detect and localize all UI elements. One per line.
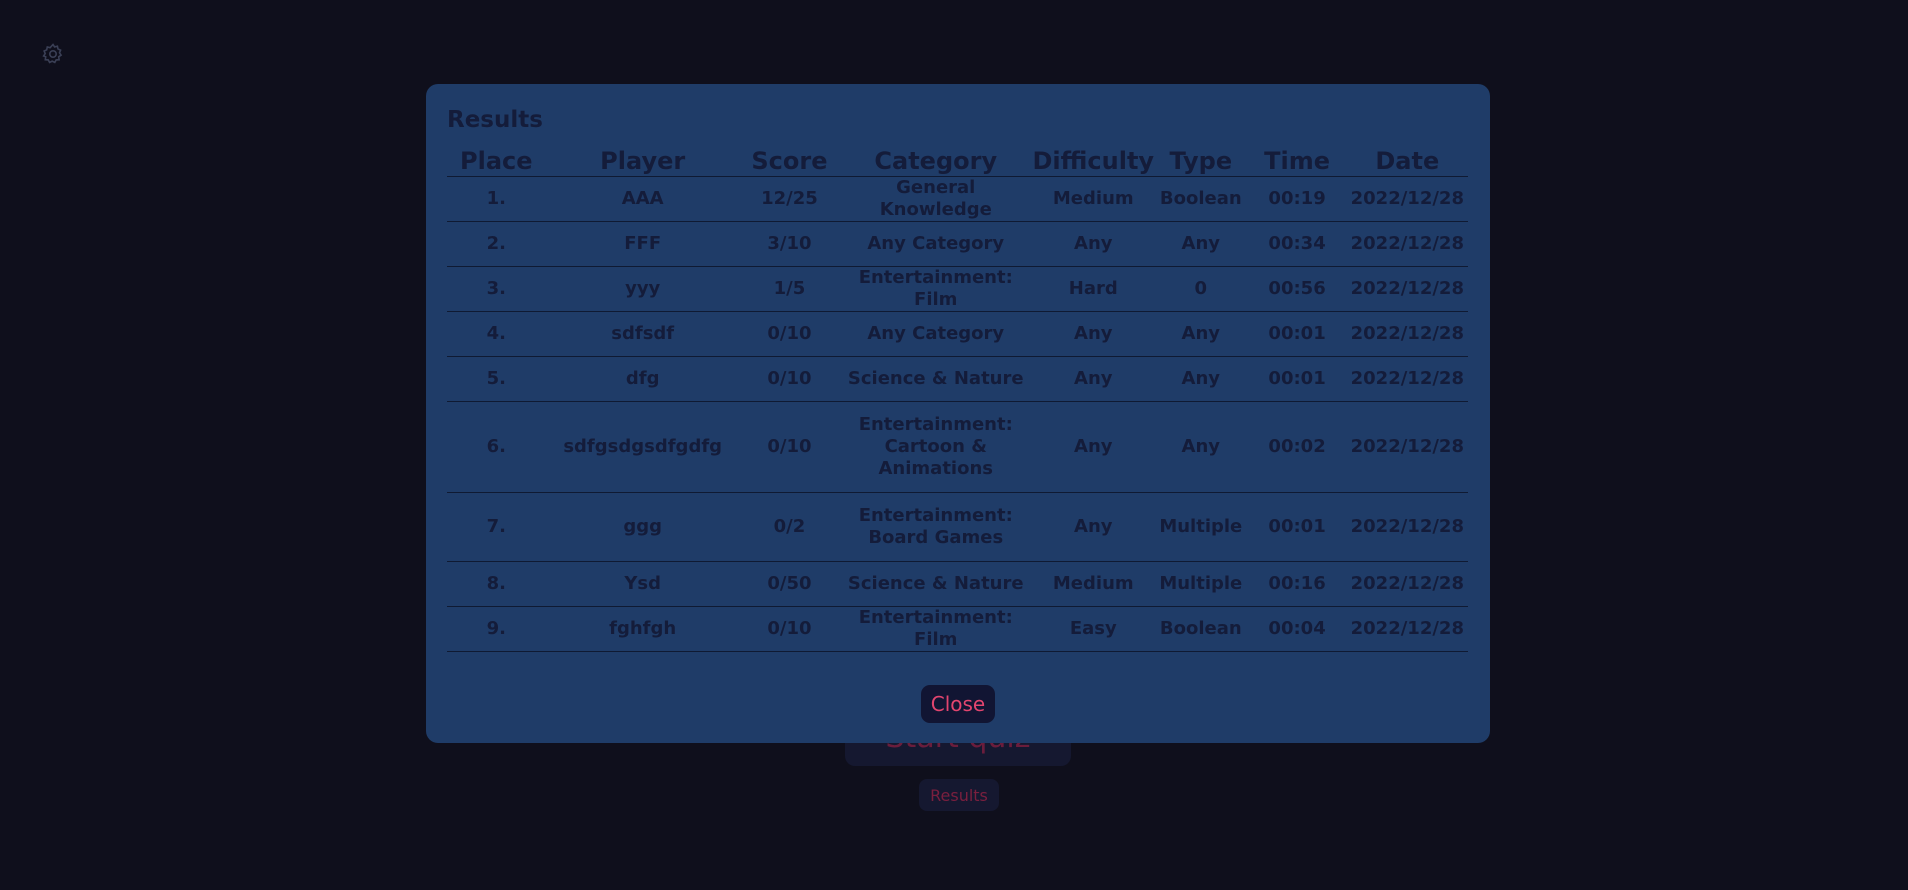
cell-player: dfg xyxy=(545,356,740,402)
cell-type: Any xyxy=(1154,311,1248,357)
table-row: 1. AAA 12/25 General Knowledge Medium Bo… xyxy=(447,176,1468,222)
cell-difficulty: Medium xyxy=(1032,561,1155,607)
cell-date: 2022/12/28 xyxy=(1346,492,1468,562)
modal-title: Results xyxy=(447,107,543,133)
results-table: Place Player Score Category Difficulty T… xyxy=(447,142,1468,652)
cell-time: 00:01 xyxy=(1247,311,1347,357)
cell-date: 2022/12/28 xyxy=(1346,606,1468,652)
column-header-place: Place xyxy=(447,142,546,177)
table-row: 3. yyy 1/5 Entertainment: Film Hard 0 00… xyxy=(447,266,1468,312)
cell-place: 2. xyxy=(447,221,546,267)
column-header-time: Time xyxy=(1247,142,1347,177)
cell-time: 00:19 xyxy=(1247,176,1347,222)
cell-category: Entertainment: Board Games xyxy=(839,492,1033,562)
cell-place: 8. xyxy=(447,561,546,607)
table-row: 5. dfg 0/10 Science & Nature Any Any 00:… xyxy=(447,356,1468,402)
column-header-score: Score xyxy=(739,142,840,177)
cell-player: FFF xyxy=(545,221,740,267)
cell-place: 7. xyxy=(447,492,546,562)
table-row: 6. sdfgsdgsdfgdfg 0/10 Entertainment: Ca… xyxy=(447,401,1468,493)
table-row: 8. Ysd 0/50 Science & Nature Medium Mult… xyxy=(447,561,1468,607)
cell-player: AAA xyxy=(545,176,740,222)
cell-difficulty: Any xyxy=(1032,311,1155,357)
cell-date: 2022/12/28 xyxy=(1346,221,1468,267)
gear-icon xyxy=(42,43,63,64)
cell-time: 00:02 xyxy=(1247,401,1347,493)
cell-score: 12/25 xyxy=(739,176,840,222)
cell-category: Any Category xyxy=(839,311,1033,357)
cell-difficulty: Any xyxy=(1032,401,1155,493)
cell-time: 00:01 xyxy=(1247,356,1347,402)
cell-date: 2022/12/28 xyxy=(1346,356,1468,402)
column-header-date: Date xyxy=(1346,142,1468,177)
table-row: 2. FFF 3/10 Any Category Any Any 00:34 2… xyxy=(447,221,1468,267)
cell-player: sdfsdf xyxy=(545,311,740,357)
cell-type: 0 xyxy=(1154,266,1248,312)
cell-date: 2022/12/28 xyxy=(1346,311,1468,357)
cell-type: Multiple xyxy=(1154,561,1248,607)
cell-player: sdfgsdgsdfgdfg xyxy=(545,401,740,493)
cell-type: Boolean xyxy=(1154,176,1248,222)
cell-difficulty: Medium xyxy=(1032,176,1155,222)
cell-player: fghfgh xyxy=(545,606,740,652)
cell-date: 2022/12/28 xyxy=(1346,401,1468,493)
cell-category: Entertainment: Film xyxy=(839,266,1033,312)
table-row: 7. ggg 0/2 Entertainment: Board Games An… xyxy=(447,492,1468,562)
cell-difficulty: Easy xyxy=(1032,606,1155,652)
cell-date: 2022/12/28 xyxy=(1346,176,1468,222)
cell-category: Science & Nature xyxy=(839,356,1033,402)
cell-place: 5. xyxy=(447,356,546,402)
column-header-category: Category xyxy=(839,142,1033,177)
column-header-player: Player xyxy=(545,142,740,177)
table-row: 9. fghfgh 0/10 Entertainment: Film Easy … xyxy=(447,606,1468,652)
cell-score: 0/10 xyxy=(739,311,840,357)
settings-button[interactable] xyxy=(40,41,66,67)
cell-place: 4. xyxy=(447,311,546,357)
cell-score: 0/10 xyxy=(739,356,840,402)
cell-score: 1/5 xyxy=(739,266,840,312)
cell-category: Science & Nature xyxy=(839,561,1033,607)
cell-player: Ysd xyxy=(545,561,740,607)
table-header-row: Place Player Score Category Difficulty T… xyxy=(447,142,1468,177)
cell-type: Any xyxy=(1154,356,1248,402)
cell-time: 00:16 xyxy=(1247,561,1347,607)
cell-type: Any xyxy=(1154,401,1248,493)
cell-time: 00:01 xyxy=(1247,492,1347,562)
close-button[interactable]: Close xyxy=(921,685,995,723)
cell-place: 6. xyxy=(447,401,546,493)
cell-category: Any Category xyxy=(839,221,1033,267)
column-header-difficulty: Difficulty xyxy=(1032,142,1155,177)
cell-score: 0/10 xyxy=(739,606,840,652)
results-modal: Results Place Player Score Category Diff… xyxy=(426,84,1490,743)
cell-time: 00:04 xyxy=(1247,606,1347,652)
cell-score: 0/10 xyxy=(739,401,840,493)
cell-difficulty: Any xyxy=(1032,492,1155,562)
table-row: 4. sdfsdf 0/10 Any Category Any Any 00:0… xyxy=(447,311,1468,357)
cell-date: 2022/12/28 xyxy=(1346,266,1468,312)
cell-category: Entertainment: Cartoon & Animations xyxy=(839,401,1033,493)
cell-player: yyy xyxy=(545,266,740,312)
cell-difficulty: Any xyxy=(1032,356,1155,402)
cell-date: 2022/12/28 xyxy=(1346,561,1468,607)
cell-type: Any xyxy=(1154,221,1248,267)
cell-score: 3/10 xyxy=(739,221,840,267)
cell-time: 00:34 xyxy=(1247,221,1347,267)
column-header-type: Type xyxy=(1154,142,1248,177)
cell-category: Entertainment: Film xyxy=(839,606,1033,652)
cell-player: ggg xyxy=(545,492,740,562)
cell-type: Boolean xyxy=(1154,606,1248,652)
cell-place: 3. xyxy=(447,266,546,312)
cell-type: Multiple xyxy=(1154,492,1248,562)
cell-difficulty: Hard xyxy=(1032,266,1155,312)
cell-difficulty: Any xyxy=(1032,221,1155,267)
results-button[interactable]: Results xyxy=(919,779,999,811)
cell-time: 00:56 xyxy=(1247,266,1347,312)
cell-category: General Knowledge xyxy=(839,176,1033,222)
cell-score: 0/2 xyxy=(739,492,840,562)
cell-place: 9. xyxy=(447,606,546,652)
cell-place: 1. xyxy=(447,176,546,222)
cell-score: 0/50 xyxy=(739,561,840,607)
